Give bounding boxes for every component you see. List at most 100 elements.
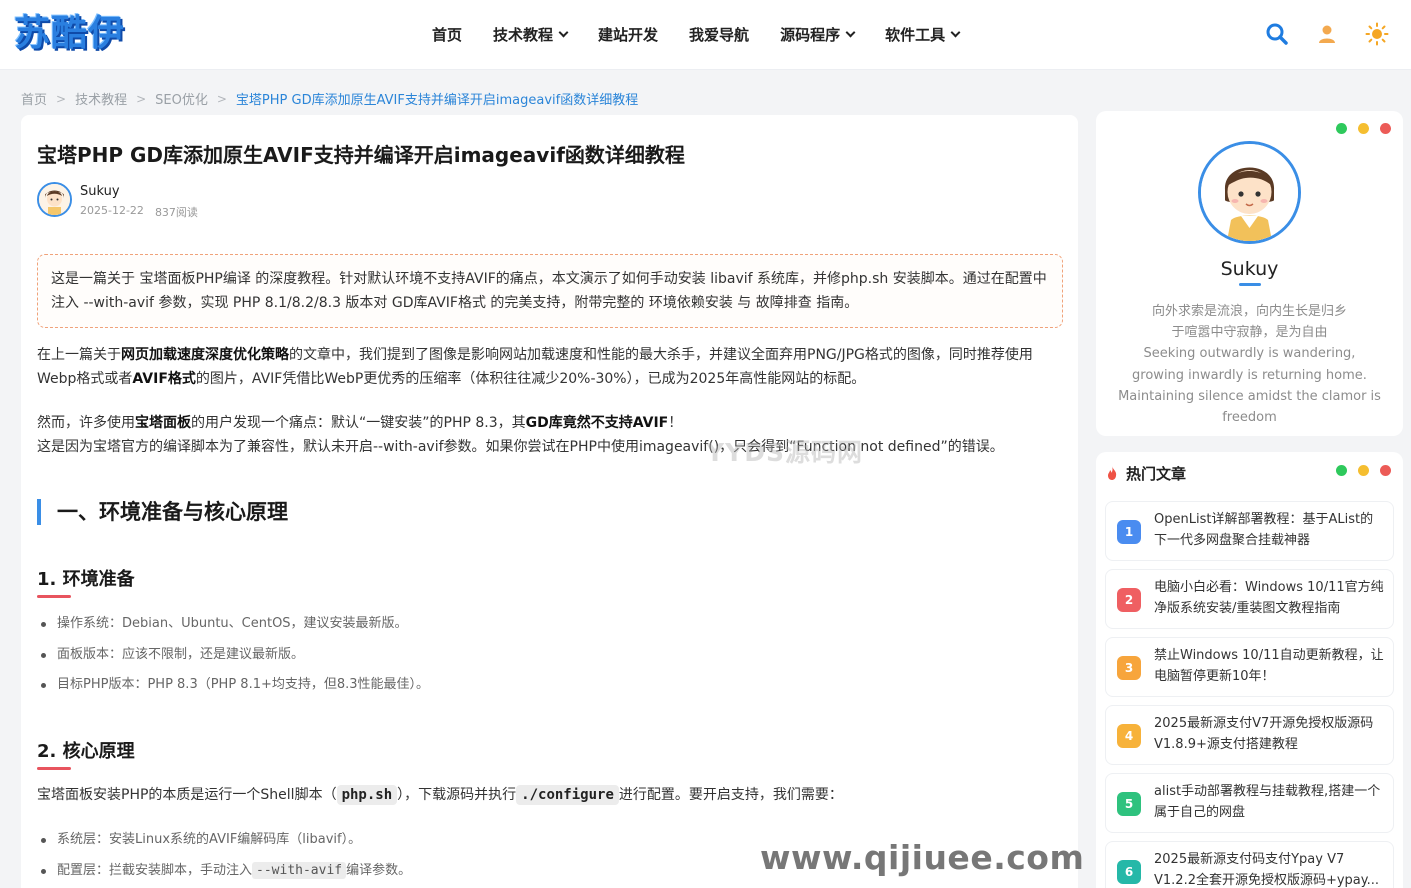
hot-article-item[interactable]: 1 OpenList详解部署教程：基于AList的下一代多网盘聚合挂载神器 — [1105, 501, 1394, 561]
bold-text: GD库竟然不支持AVIF — [525, 415, 669, 431]
text-run: 配置层：拦截安装脚本，手动注入 — [57, 862, 253, 878]
text-run: 然而，许多使用 — [37, 415, 135, 431]
list-item: 目标PHP版本：PHP 8.3（PHP 8.1+均支持，但8.3性能最佳）。 — [37, 670, 429, 701]
nav-label: 软件工具 — [885, 26, 946, 44]
text-run: ！ — [668, 415, 683, 431]
nav-label: 首页 — [432, 26, 463, 44]
yellow-dot-icon — [1358, 465, 1369, 476]
hot-articles-title: 热门文章 — [1126, 465, 1187, 483]
nav-item-software[interactable]: 软件工具 — [885, 24, 961, 45]
search-icon[interactable] — [1265, 22, 1289, 46]
main-nav: 首页 技术教程 建站开发 我爱导航 源码程序 软件工具 — [432, 24, 990, 45]
nav-item-home[interactable]: 首页 — [432, 24, 462, 45]
profile-name: Sukuy — [1220, 258, 1279, 280]
subsection-heading-principle: 2. 核心原理 — [37, 737, 135, 770]
sun-icon[interactable] — [1365, 22, 1389, 46]
nav-item-source-code[interactable]: 源码程序 — [780, 24, 856, 45]
breadcrumb-separator: > — [56, 91, 67, 106]
name-underline — [1239, 283, 1261, 286]
hot-article-item[interactable]: 3 禁止Windows 10/11自动更新教程，让电脑暂停更新10年！ — [1105, 637, 1394, 697]
site-logo[interactable]: 苏酷伊 — [14, 12, 125, 56]
nav-label: 源码程序 — [780, 26, 841, 44]
inline-code: ./configure — [516, 785, 619, 805]
nav-label: 我爱导航 — [689, 26, 750, 44]
list-item: 面板版本：应该不限制，还是建议最新版。 — [37, 640, 429, 671]
nav-label: 建站开发 — [598, 26, 659, 44]
rank-badge: 5 — [1117, 792, 1141, 816]
hot-article-title: OpenList详解部署教程：基于AList的下一代多网盘聚合挂载神器 — [1154, 512, 1374, 548]
list-item: 系统层：安装Linux系统的AVIF编解码库（libavif）。 — [37, 825, 411, 856]
window-dots — [1336, 465, 1391, 476]
text-run: 的用户发现一个痛点：默认“一键安装”的PHP 8.3，其 — [191, 415, 526, 431]
hot-article-item[interactable]: 2 电脑小白必看：Windows 10/11官方纯净版系统安装/重装图文教程指南 — [1105, 569, 1394, 629]
text-run: 进行配置。要开启支持，我们需要： — [618, 787, 843, 803]
rank-badge: 4 — [1117, 724, 1141, 748]
hot-article-title: 禁止Windows 10/11自动更新教程，让电脑暂停更新10年！ — [1154, 648, 1384, 684]
paragraph-principle: 宝塔面板安装PHP的本质是运行一个Shell脚本（ php.sh ），下载源码并执行… — [37, 783, 1067, 807]
inline-code: php.sh — [336, 785, 398, 805]
paragraph-reason: 这是因为宝塔官方的编译脚本为了兼容性，默认未开启--with-avif参数。如果… — [37, 439, 1004, 455]
section-heading: 一、环境准备与核心原理 — [37, 499, 288, 525]
article-summary: 这是一篇关于 宝塔面板PHP编译 的深度教程。针对默认环境不支持AVIF的痛点，… — [37, 254, 1063, 328]
bold-link[interactable]: 网页加载速度深度优化策略 — [121, 347, 289, 363]
nav-item-site-dev[interactable]: 建站开发 — [598, 24, 658, 45]
chevron-down-icon — [558, 27, 569, 38]
avatar-illustration — [39, 184, 70, 215]
text-run: ），下载源码并执行 — [397, 787, 517, 803]
principle-list: 系统层：安装Linux系统的AVIF编解码库（libavif）。 配置层：拦截安… — [37, 825, 411, 886]
author-avatar[interactable] — [37, 182, 72, 217]
article-card: 宝塔PHP GD库添加原生AVIF支持并编译开启imageavif函数详细教程 … — [21, 115, 1078, 888]
list-item: 操作系统：Debian、Ubuntu、CentOS，建议安装最新版。 — [37, 609, 429, 640]
green-dot-icon — [1336, 123, 1347, 134]
hot-article-title: 2025最新源支付V7开源免授权版源码V1.8.9+源支付搭建教程 — [1154, 716, 1374, 752]
article-meta: 2025-12-22 837阅读 — [80, 204, 198, 220]
watermark-url: www.qijiuee.com — [760, 838, 1085, 877]
bold-text: AVIF格式 — [132, 371, 196, 387]
avatar-illustration — [1201, 144, 1298, 241]
rank-badge: 2 — [1117, 588, 1141, 612]
breadcrumb-seo[interactable]: SEO优化 — [155, 89, 208, 108]
profile-card: Sukuy 向外求索是流浪，向内生长是归乡 于喧嚣中守寂静，是为自由 Seeking… — [1096, 111, 1403, 436]
nav-item-tutorials[interactable]: 技术教程 — [493, 24, 569, 45]
yellow-dot-icon — [1358, 123, 1369, 134]
chevron-down-icon — [845, 27, 856, 38]
view-count: 837阅读 — [154, 206, 198, 219]
profile-avatar[interactable] — [1198, 141, 1301, 244]
list-item: 配置层：拦截安装脚本，手动注入 --with-avif 编译参数。 — [37, 856, 411, 887]
hot-article-item[interactable]: 4 2025最新源支付V7开源免授权版源码V1.8.9+源支付搭建教程 — [1105, 705, 1394, 765]
rank-badge: 6 — [1117, 860, 1141, 884]
fire-icon — [1108, 466, 1117, 480]
bio-line: 于喧嚣中守寂静，是为自由 — [1171, 325, 1328, 341]
hot-article-item[interactable]: 5 alist手动部署教程与挂载教程,搭建一个属于自己的网盘 — [1105, 773, 1394, 833]
article-title: 宝塔PHP GD库添加原生AVIF支持并编译开启imageavif函数详细教程 — [37, 143, 685, 167]
hot-article-title: 电脑小白必看：Windows 10/11官方纯净版系统安装/重装图文教程指南 — [1154, 580, 1384, 616]
breadcrumb-home[interactable]: 首页 — [21, 89, 47, 108]
bio-line: 向外求索是流浪，向内生长是归乡 — [1151, 304, 1347, 319]
window-dots — [1336, 123, 1391, 134]
text-run: 编译参数。 — [346, 862, 412, 878]
breadcrumb-tutorials[interactable]: 技术教程 — [75, 89, 127, 108]
hot-articles-card: 热门文章 1 OpenList详解部署教程：基于AList的下一代多网盘聚合挂载神… — [1096, 452, 1403, 888]
env-list: 操作系统：Debian、Ubuntu、CentOS，建议安装最新版。 面板版本：… — [37, 609, 429, 701]
breadcrumb-separator: > — [216, 91, 227, 106]
breadcrumb-separator: > — [136, 91, 147, 106]
rank-badge: 1 — [1117, 520, 1141, 544]
breadcrumb: 首页 > 技术教程 > SEO优化 > 宝塔PHP GD库添加原生AVIF支持并… — [21, 89, 638, 109]
site-header: 苏酷伊 首页 技术教程 建站开发 我爱导航 源码程序 软件工具 — [0, 0, 1411, 70]
hot-article-title: alist手动部署教程与挂载教程,搭建一个属于自己的网盘 — [1154, 784, 1381, 820]
paragraph-intro: 在上一篇关于网页加载速度深度优化策略的文章中，我们提到了图像是影响网站加载速度和… — [37, 343, 1067, 391]
bold-text: 宝塔面板 — [135, 415, 191, 431]
text-run: 在上一篇关于 — [37, 347, 121, 363]
nav-item-navigation[interactable]: 我爱导航 — [689, 24, 749, 45]
nav-label: 技术教程 — [493, 26, 554, 44]
subsection-heading-env: 1. 环境准备 — [37, 565, 135, 598]
watermark: YYDS源码网 — [706, 438, 863, 467]
bio-line: Seeking outwardly is wandering, growing … — [1118, 346, 1381, 426]
hot-article-item[interactable]: 6 2025最新源支付码支付Ypay V7 V1.2.2全套开源免授权版源码+yp… — [1105, 841, 1394, 888]
text-run: 的图片，AVIF凭借比WebP更优秀的压缩率（体积往往减少20%-30%），已成… — [195, 371, 866, 387]
inline-code: --with-avif — [252, 861, 347, 879]
rank-badge: 3 — [1117, 656, 1141, 680]
author-name[interactable]: Sukuy — [80, 184, 120, 199]
chevron-down-icon — [950, 27, 961, 38]
user-icon[interactable] — [1315, 22, 1339, 46]
